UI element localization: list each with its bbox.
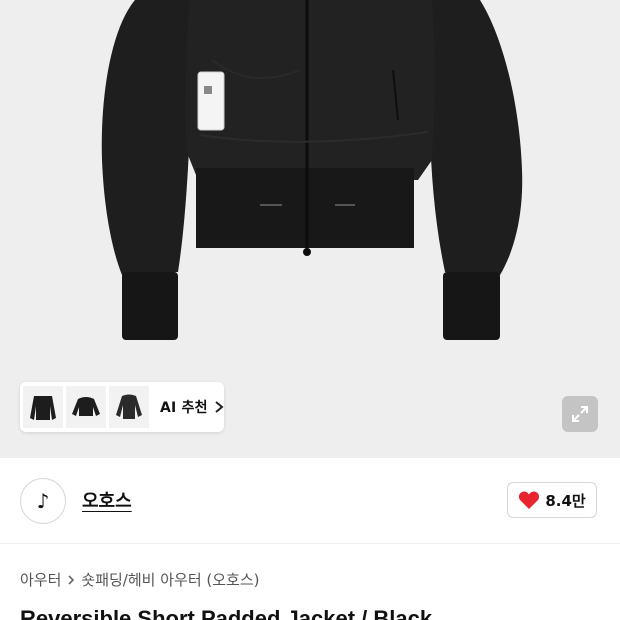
- product-title: Reversible Short Padded Jacket / Black: [20, 606, 433, 620]
- chevron-right-icon: [67, 574, 75, 586]
- brand-logo[interactable]: ♪: [20, 478, 66, 524]
- breadcrumb-item-category[interactable]: 숏패딩/헤비 아우터 (오호스): [81, 569, 259, 590]
- ai-thumbnail-1[interactable]: [23, 386, 63, 428]
- brand-name-link[interactable]: 오호스: [82, 487, 132, 513]
- ai-thumbnail-3[interactable]: [109, 386, 149, 428]
- jacket-thumbnail-icon: [72, 397, 100, 416]
- breadcrumb-item-outer[interactable]: 아우터: [20, 569, 61, 590]
- heart-icon: [519, 491, 540, 509]
- jacket-thumbnail-icon: [116, 394, 142, 419]
- ai-recommend-chip[interactable]: AI 추천: [20, 382, 224, 432]
- chevron-right-icon: [214, 400, 224, 414]
- breadcrumb: 아우터 숏패딩/헤비 아우터 (오호스): [20, 569, 260, 590]
- music-note-icon: ♪: [36, 489, 50, 513]
- product-image-area[interactable]: AI 추천: [0, 0, 620, 458]
- ai-recommend-label: AI 추천: [160, 400, 208, 416]
- expand-image-button[interactable]: [562, 396, 598, 432]
- expand-icon: [572, 406, 588, 422]
- like-button[interactable]: 8.4만: [507, 482, 597, 518]
- ai-thumbnail-2[interactable]: [66, 386, 106, 428]
- brand-row: ♪ 오호스 8.4만: [0, 458, 620, 544]
- like-count: 8.4만: [545, 491, 586, 510]
- jacket-thumbnail-icon: [30, 396, 56, 420]
